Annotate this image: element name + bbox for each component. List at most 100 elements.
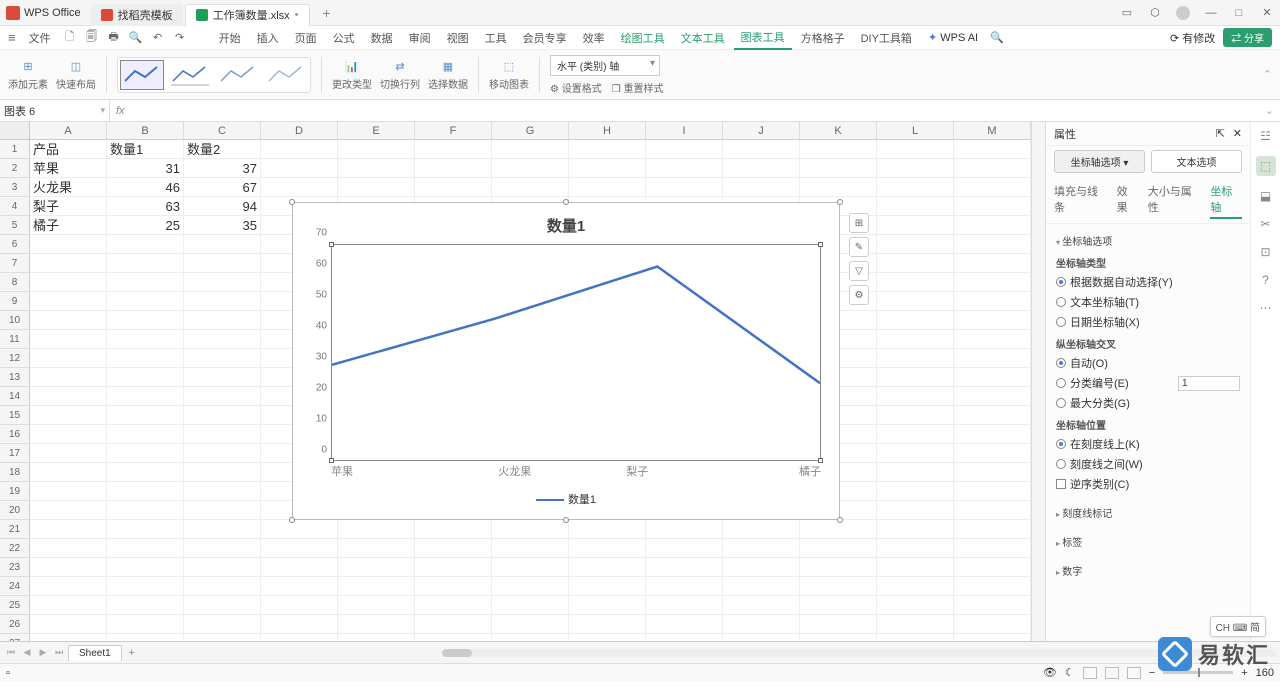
cell[interactable]: [954, 444, 1031, 463]
cell[interactable]: [184, 330, 261, 349]
chart-settings-button[interactable]: ⚙: [849, 285, 869, 305]
cell[interactable]: [107, 330, 184, 349]
cell[interactable]: [877, 235, 954, 254]
cell[interactable]: [107, 615, 184, 634]
cell[interactable]: 63: [107, 197, 184, 216]
sheet-nav-prev[interactable]: ◀: [20, 647, 34, 658]
cell[interactable]: [261, 615, 338, 634]
row-header[interactable]: 24: [0, 577, 30, 596]
qa-redo-icon[interactable]: ↷: [172, 30, 188, 46]
layout-icon[interactable]: ▭: [1120, 6, 1134, 20]
menu-formula[interactable]: 公式: [326, 27, 362, 49]
cell[interactable]: [877, 596, 954, 615]
cell[interactable]: [415, 539, 492, 558]
row-header[interactable]: 16: [0, 425, 30, 444]
cell[interactable]: [107, 254, 184, 273]
share-button[interactable]: ⇄ 分享: [1223, 28, 1272, 47]
menu-diy[interactable]: DIY工具箱: [854, 27, 919, 49]
cell[interactable]: [107, 596, 184, 615]
cell[interactable]: [415, 140, 492, 159]
cell[interactable]: [646, 178, 723, 197]
cell[interactable]: [415, 178, 492, 197]
resize-handle[interactable]: [837, 199, 843, 205]
cell[interactable]: [954, 463, 1031, 482]
radio-cross-max[interactable]: 最大分类(G): [1056, 393, 1240, 413]
sheet-nav-next[interactable]: ▶: [36, 647, 50, 658]
doc-tab-workbook[interactable]: 工作簿数量.xlsx •: [185, 4, 310, 26]
menu-efficiency[interactable]: 效率: [576, 27, 612, 49]
cell[interactable]: [30, 463, 107, 482]
cell[interactable]: [107, 463, 184, 482]
maximize-button[interactable]: □: [1232, 6, 1246, 20]
menu-tools[interactable]: 工具: [478, 27, 514, 49]
search-icon[interactable]: 🔍: [989, 30, 1005, 46]
cell[interactable]: [877, 539, 954, 558]
cell[interactable]: [877, 216, 954, 235]
cell[interactable]: [646, 615, 723, 634]
axis-selector-dropdown[interactable]: 水平 (类别) 轴: [550, 55, 660, 76]
formula-expand-icon[interactable]: ⌄: [1259, 104, 1280, 117]
cell[interactable]: [492, 159, 569, 178]
ribbon-collapse-icon[interactable]: ⌃: [1263, 68, 1272, 81]
cell[interactable]: [492, 520, 569, 539]
menu-page[interactable]: 页面: [288, 27, 324, 49]
cell[interactable]: [954, 311, 1031, 330]
resize-handle[interactable]: [563, 199, 569, 205]
cell[interactable]: [800, 596, 877, 615]
swap-rowcol-button[interactable]: ⇄切换行列: [380, 58, 420, 91]
qa-undo-icon[interactable]: ↶: [150, 30, 166, 46]
cell[interactable]: [184, 444, 261, 463]
menu-data[interactable]: 数据: [364, 27, 400, 49]
resize-handle[interactable]: [289, 199, 295, 205]
cell[interactable]: 火龙果: [30, 178, 107, 197]
cell[interactable]: 37: [184, 159, 261, 178]
reset-style-button[interactable]: ❐ 重置样式: [612, 80, 664, 95]
axis-handle[interactable]: [818, 242, 823, 247]
cell[interactable]: 25: [107, 216, 184, 235]
col-header[interactable]: E: [338, 122, 415, 139]
cell[interactable]: [569, 577, 646, 596]
new-tab-button[interactable]: +: [318, 4, 336, 22]
cell[interactable]: [30, 558, 107, 577]
cell[interactable]: [877, 159, 954, 178]
row-header[interactable]: 7: [0, 254, 30, 273]
cell[interactable]: [261, 520, 338, 539]
chart-elements-button[interactable]: ⊞: [849, 213, 869, 233]
cell[interactable]: [107, 444, 184, 463]
quick-layout-button[interactable]: ◫ 快速布局: [56, 58, 96, 91]
cell[interactable]: [261, 539, 338, 558]
qa-print-icon[interactable]: 🖶: [106, 30, 122, 46]
cell[interactable]: [723, 178, 800, 197]
worksheet-grid[interactable]: A B C D E F G H I J K L M 1产品数量1数量22苹果31…: [0, 122, 1031, 641]
cell[interactable]: [723, 634, 800, 641]
cell[interactable]: [107, 368, 184, 387]
cell[interactable]: [800, 558, 877, 577]
pin-icon[interactable]: ⇱: [1216, 127, 1225, 140]
cell[interactable]: [30, 349, 107, 368]
cell[interactable]: [492, 178, 569, 197]
cell[interactable]: [877, 254, 954, 273]
cell[interactable]: [30, 444, 107, 463]
row-header[interactable]: 15: [0, 406, 30, 425]
cell[interactable]: [954, 520, 1031, 539]
qa-open-icon[interactable]: 🗐: [84, 30, 100, 46]
menu-review[interactable]: 审阅: [402, 27, 438, 49]
cell[interactable]: [184, 634, 261, 641]
cell[interactable]: 苹果: [30, 159, 107, 178]
sheet-tab[interactable]: Sheet1: [68, 645, 122, 661]
radio-auto-type[interactable]: 根据数据自动选择(Y): [1056, 272, 1240, 292]
cell[interactable]: [338, 520, 415, 539]
cell[interactable]: [954, 235, 1031, 254]
cell[interactable]: [30, 596, 107, 615]
qa-preview-icon[interactable]: 🔍: [128, 30, 144, 46]
subtab-fill[interactable]: 填充与线条: [1054, 181, 1107, 219]
cell[interactable]: 梨子: [30, 197, 107, 216]
cell[interactable]: [877, 577, 954, 596]
cell[interactable]: [954, 406, 1031, 425]
cell[interactable]: [877, 178, 954, 197]
section-tick-marks[interactable]: 刻度线标记: [1056, 502, 1240, 523]
cell[interactable]: [107, 387, 184, 406]
cell[interactable]: [877, 140, 954, 159]
cell[interactable]: [569, 634, 646, 641]
cell[interactable]: [800, 615, 877, 634]
